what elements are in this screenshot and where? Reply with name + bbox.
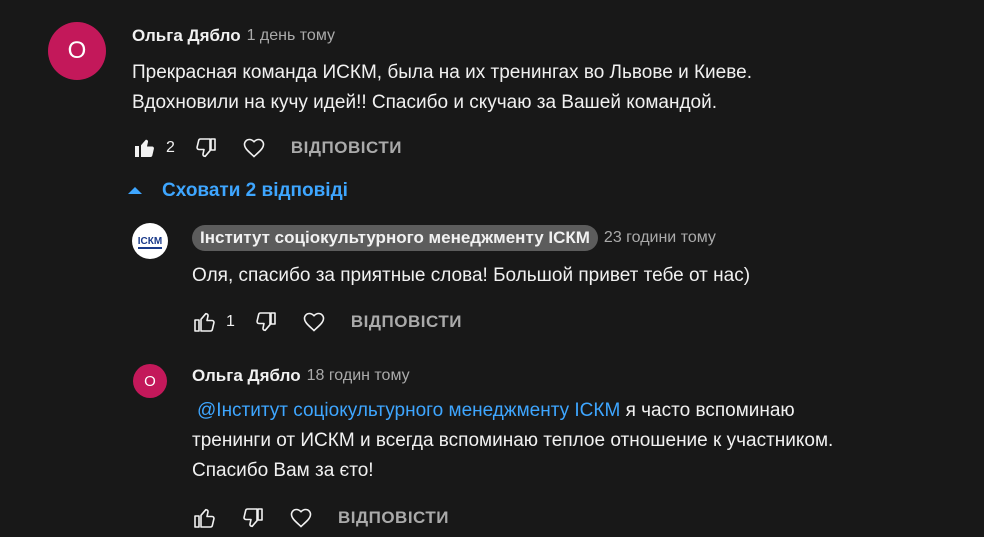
thumbs-up-icon[interactable] [132, 135, 158, 161]
thumbs-down-icon[interactable] [253, 309, 279, 335]
avatar-letter: О [67, 37, 87, 64]
comment-actions: ВІДПОВІСТИ [192, 505, 449, 531]
comment-header: Інститут соціокультурного менеджменту ІС… [192, 225, 716, 251]
thumbs-down-icon[interactable] [193, 135, 219, 161]
thumbs-down-icon[interactable] [240, 505, 266, 531]
comment-author[interactable]: Ольга Дябло [132, 26, 241, 46]
comment-actions: 1 ВІДПОВІСТИ [192, 309, 462, 335]
hide-replies-button[interactable]: Сховати 2 відповіді [128, 180, 348, 202]
reply-button[interactable]: ВІДПОВІСТИ [291, 138, 402, 158]
comment-text-segment: я часто вспоминаю [620, 400, 795, 421]
avatar[interactable]: ІСКМ [132, 223, 168, 259]
like-count: 1 [226, 313, 235, 330]
heart-icon[interactable] [301, 309, 327, 335]
comment-text-line: тренинги от ИСКМ и всегда вспоминаю тепл… [192, 430, 834, 451]
avatar[interactable]: О [48, 22, 106, 80]
comment-text: @Інститут соціокультурного менеджменту І… [192, 396, 833, 486]
svg-text:ІСКМ: ІСКМ [138, 236, 162, 247]
comment-actions: 2 ВІДПОВІСТИ [132, 135, 402, 161]
reply-button[interactable]: ВІДПОВІСТИ [351, 312, 462, 332]
avatar[interactable]: О [133, 364, 167, 398]
heart-icon[interactable] [241, 135, 267, 161]
reply-button[interactable]: ВІДПОВІСТИ [338, 508, 449, 528]
like-count: 2 [166, 139, 175, 156]
iskm-logo-icon: ІСКМ [136, 234, 164, 249]
mention-link[interactable]: @Інститут соціокультурного менеджменту І… [197, 400, 620, 421]
comment-text-line: Оля, спасибо за приятные слова! Большой … [192, 265, 751, 286]
comment-time[interactable]: 1 день тому [247, 27, 335, 45]
comment-author-channel[interactable]: Інститут соціокультурного менеджменту ІС… [192, 225, 598, 251]
hide-replies-label: Сховати 2 відповіді [162, 180, 348, 201]
heart-icon[interactable] [288, 505, 314, 531]
caret-up-icon [128, 186, 142, 194]
comment-text: Прекрасная команда ИСКМ, была на их трен… [132, 58, 752, 118]
comment-header: Ольга Дябло 1 день тому [132, 26, 335, 46]
comment-text: Оля, спасибо за приятные слова! Большой … [192, 261, 750, 291]
thumbs-up-icon[interactable] [192, 505, 218, 531]
comment-text-line: @Інститут соціокультурного менеджменту І… [192, 396, 833, 426]
comment-text-line: Прекрасная команда ИСКМ, была на их трен… [132, 62, 752, 83]
comment-time[interactable]: 18 годин тому [307, 367, 410, 385]
thumbs-up-icon[interactable] [192, 309, 218, 335]
comment-text-line: Спасибо Вам за єто! [192, 460, 374, 481]
avatar-letter: О [144, 372, 156, 390]
comment-author[interactable]: Ольга Дябло [192, 366, 301, 386]
comment-time[interactable]: 23 години тому [604, 229, 716, 247]
comment-text-line: Вдохновили на кучу идей!! Спасибо и скуч… [132, 92, 717, 113]
comment-header: Ольга Дябло 18 годин тому [192, 366, 410, 386]
